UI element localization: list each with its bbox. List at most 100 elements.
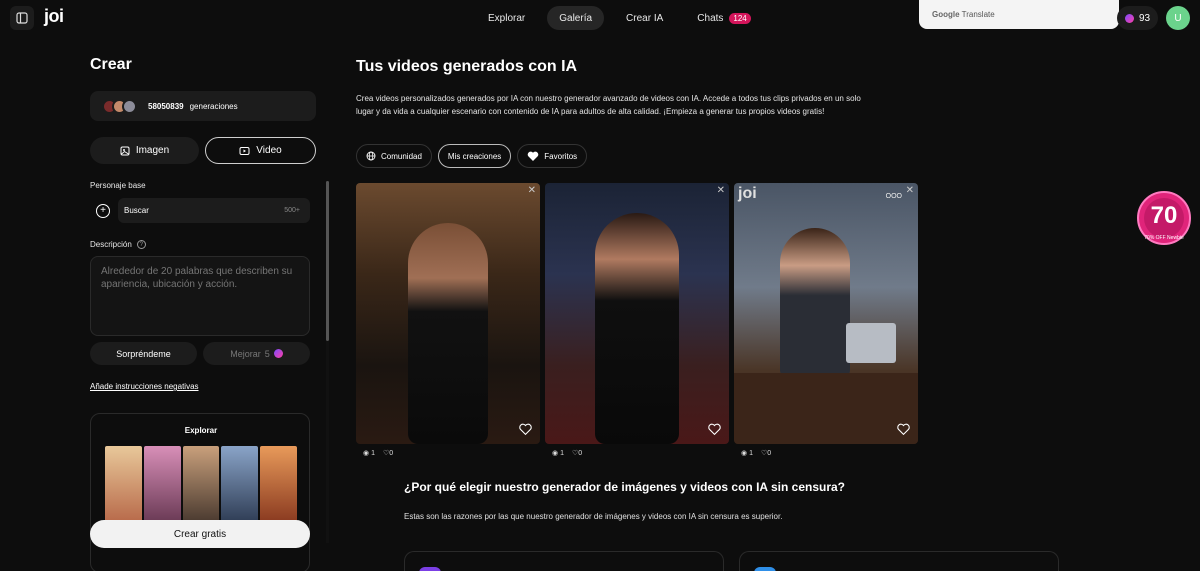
description-input[interactable] xyxy=(90,256,310,336)
tab-favoritos[interactable]: Favoritos xyxy=(517,144,588,168)
scroll-thumb[interactable] xyxy=(326,181,329,341)
video-mode-button[interactable]: Video xyxy=(205,137,316,164)
likes-count: ♡0 xyxy=(383,449,393,457)
nav-crear-ia[interactable]: Crear IA xyxy=(614,6,675,30)
gem-icon xyxy=(273,349,283,358)
gem-icon xyxy=(1125,13,1134,23)
main-nav: Explorar Galería Crear IA Chats 124 xyxy=(476,6,763,30)
video-mode-label: Video xyxy=(256,145,282,156)
nav-galeria-label: Galería xyxy=(559,12,593,24)
tab-favoritos-label: Favoritos xyxy=(544,151,578,161)
image-mode-label: Imagen xyxy=(135,145,170,156)
add-character-button[interactable]: + xyxy=(96,203,110,218)
base-character-row: + Buscar 500+ xyxy=(90,198,310,223)
video-thumbnail[interactable]: ✕ xyxy=(545,183,729,444)
help-icon[interactable]: ? xyxy=(136,240,146,250)
likes-value: 0 xyxy=(578,450,583,457)
why-section-title: ¿Por qué elegir nuestro generador de imá… xyxy=(404,480,846,494)
gallery-tabs: Comunidad Mis creaciones Favoritos xyxy=(356,144,588,168)
figure-silhouette xyxy=(595,213,679,444)
sidebar-icon xyxy=(16,12,28,24)
google-translate-bar[interactable]: Google Translate xyxy=(919,0,1119,29)
improve-label: Mejorar xyxy=(230,348,261,359)
tab-comunidad-label: Comunidad xyxy=(381,151,422,161)
figure-silhouette xyxy=(408,223,488,444)
description-label-row: Descripción? xyxy=(90,240,146,250)
generations-label: generaciones xyxy=(189,101,238,111)
logo[interactable]: joi xyxy=(44,6,64,27)
search-count: 500+ xyxy=(284,207,300,214)
promo-text: 70% OFF Newbie xyxy=(1144,235,1184,241)
tab-mis-creaciones-label: Mis creaciones xyxy=(447,151,502,161)
base-character-label: Personaje base xyxy=(90,181,146,190)
page-title: Tus videos generados con IA xyxy=(356,58,578,75)
globe-icon xyxy=(366,151,376,161)
description-label: Descripción xyxy=(90,240,132,249)
prompt-actions: Sorpréndeme Mejorar 5 xyxy=(90,342,310,365)
create-free-button[interactable]: Crear gratis xyxy=(90,520,310,548)
credits-balance[interactable]: 93 xyxy=(1117,6,1159,30)
tab-mis-creaciones[interactable]: Mis creaciones xyxy=(437,144,512,168)
card-stats: ◉ 1 ♡0 xyxy=(545,444,729,462)
views-value: 1 xyxy=(371,450,375,457)
video-card[interactable]: joi OOO ✕ ◉ 1 ♡0 xyxy=(734,183,918,462)
image-mode-button[interactable]: Imagen xyxy=(90,137,199,164)
desk xyxy=(734,373,918,444)
translate-brand: Google xyxy=(932,10,960,19)
nav-galeria[interactable]: Galería xyxy=(547,6,605,30)
nav-explorar-label: Explorar xyxy=(488,12,526,24)
promo-badge[interactable]: 70 70% OFF Newbie xyxy=(1134,184,1194,254)
explore-thumbnail[interactable] xyxy=(105,446,142,522)
likes-count: ♡0 xyxy=(572,449,582,457)
close-icon[interactable]: ✕ xyxy=(528,185,536,196)
explore-thumbnail[interactable] xyxy=(260,446,297,522)
views-count: ◉ 1 xyxy=(552,449,564,457)
close-icon[interactable]: ✕ xyxy=(906,185,914,196)
user-avatar[interactable]: U xyxy=(1166,6,1190,30)
video-gallery: ✕ ◉ 1 ♡0 ✕ ◉ 1 ♡0 joi OOO ✕ ◉ 1 ♡0 xyxy=(356,183,918,462)
panel-scrollbar[interactable] xyxy=(326,181,329,543)
feature-icon xyxy=(419,567,441,571)
sidebar-toggle-button[interactable] xyxy=(10,6,34,30)
likes-count: ♡0 xyxy=(761,449,771,457)
nav-chats[interactable]: Chats 124 xyxy=(685,6,762,30)
watermark-tag: OOO xyxy=(885,193,902,200)
promo-value: 70 xyxy=(1150,202,1178,229)
views-count: ◉ 1 xyxy=(741,449,753,457)
credits-value: 93 xyxy=(1139,12,1151,24)
heart-outline-icon[interactable] xyxy=(708,423,721,436)
explore-thumbnail[interactable] xyxy=(143,446,181,522)
image-icon xyxy=(120,146,130,155)
figure-silhouette xyxy=(780,228,850,378)
negative-prompt-link[interactable]: Añade instrucciones negativas xyxy=(90,382,199,391)
why-section-description: Estas son las razones por las que nuestr… xyxy=(404,512,783,521)
watermark-logo: joi xyxy=(738,185,757,202)
heart-outline-icon[interactable] xyxy=(897,423,910,436)
character-search-input[interactable]: Buscar 500+ xyxy=(118,198,310,223)
laptop xyxy=(846,323,896,363)
explore-thumbnail[interactable] xyxy=(221,446,259,522)
improve-cost: 5 xyxy=(264,348,270,359)
close-icon[interactable]: ✕ xyxy=(717,185,725,196)
nav-explorar[interactable]: Explorar xyxy=(476,6,537,30)
video-thumbnail[interactable]: joi OOO ✕ xyxy=(734,183,918,444)
video-card[interactable]: ✕ ◉ 1 ♡0 xyxy=(545,183,729,462)
video-icon xyxy=(239,146,250,155)
video-thumbnail[interactable]: ✕ xyxy=(356,183,540,444)
views-count: ◉ 1 xyxy=(363,449,375,457)
card-stats: ◉ 1 ♡0 xyxy=(356,444,540,462)
mode-toggle: Imagen Video xyxy=(90,137,316,164)
likes-value: 0 xyxy=(389,450,394,457)
video-card[interactable]: ✕ ◉ 1 ♡0 xyxy=(356,183,540,462)
improve-button[interactable]: Mejorar 5 xyxy=(203,342,310,365)
surprise-button[interactable]: Sorpréndeme xyxy=(90,342,197,365)
create-panel: Crear 58050839 generaciones Imagen Video… xyxy=(90,56,316,571)
feature-card xyxy=(404,551,724,571)
tab-comunidad[interactable]: Comunidad xyxy=(356,144,432,168)
avatar xyxy=(122,98,137,114)
card-stats: ◉ 1 ♡0 xyxy=(734,444,918,462)
explore-thumbnail[interactable] xyxy=(182,446,220,522)
likes-value: 0 xyxy=(767,450,772,457)
heart-outline-icon[interactable] xyxy=(519,423,532,436)
heart-icon xyxy=(528,151,539,161)
